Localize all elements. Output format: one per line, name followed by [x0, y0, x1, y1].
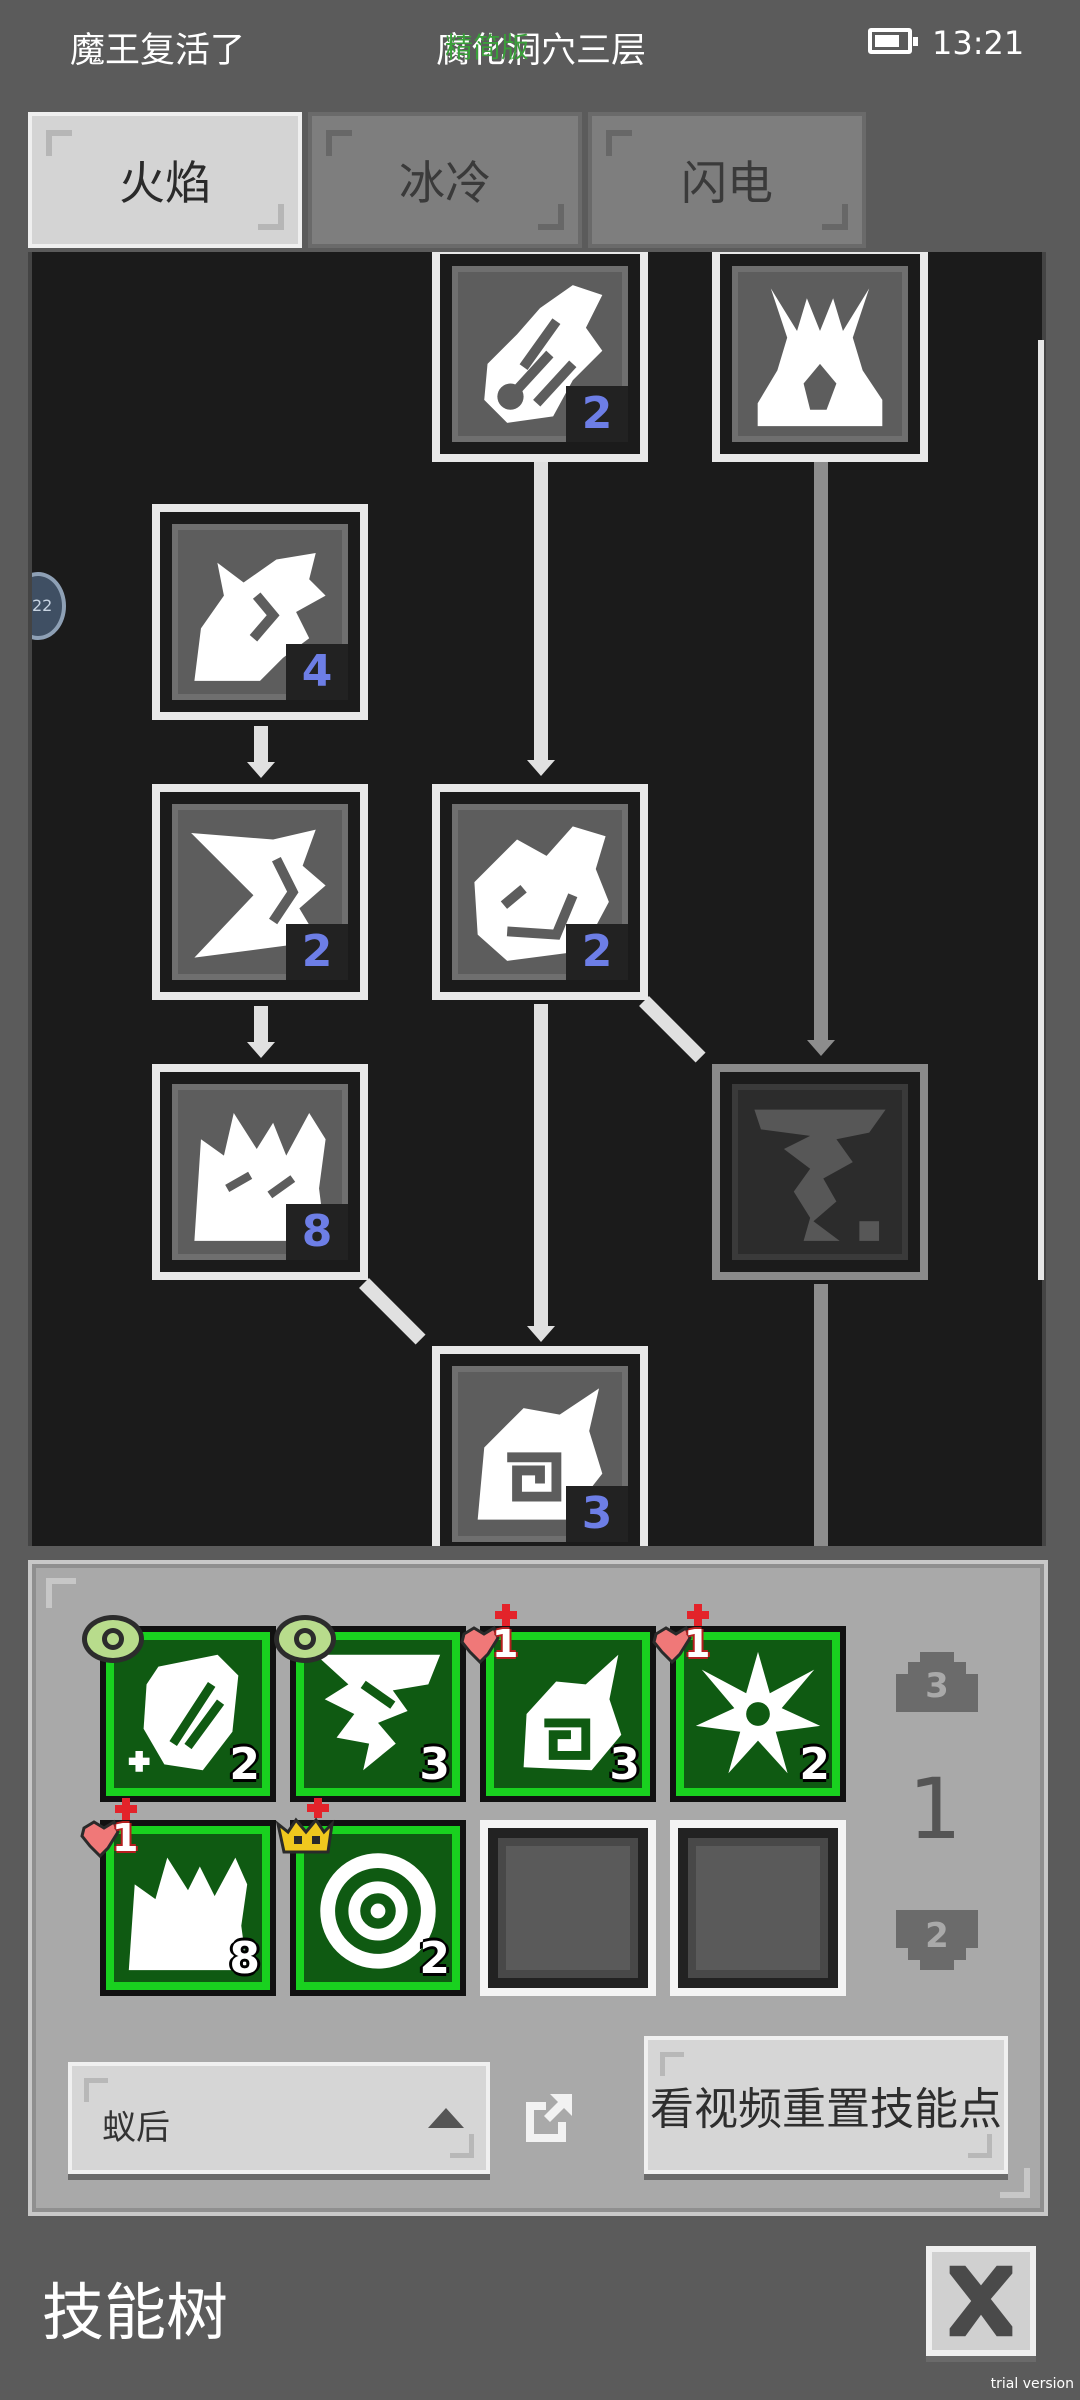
- connector-arrow: [527, 760, 555, 776]
- loadout-slot-7-empty[interactable]: [480, 1820, 656, 1996]
- badge-value: 1: [684, 1622, 711, 1666]
- slot-level: 3: [609, 1739, 640, 1790]
- skill-level: 2: [566, 386, 628, 442]
- skill-node-flame-feather[interactable]: 2: [432, 252, 648, 462]
- close-icon: [949, 2265, 1013, 2337]
- counter-down-button[interactable]: 2: [892, 1910, 982, 1970]
- loadout-slot-8-empty[interactable]: [670, 1820, 846, 1996]
- heart-plus-badge-icon: 1: [78, 1798, 150, 1870]
- reset-skill-points-button[interactable]: 看视频重置技能点: [644, 2036, 1008, 2174]
- connector-line: [534, 440, 548, 760]
- connector-line: [814, 1284, 828, 1546]
- connector-line: [814, 440, 828, 1040]
- tornado-icon: [732, 1084, 908, 1260]
- chevron-up-icon: [428, 2108, 464, 2128]
- skill-node-fire-dash[interactable]: 2: [152, 784, 368, 1000]
- skill-level: 4: [286, 644, 348, 700]
- slot-level: 3: [419, 1739, 450, 1790]
- tab-ice-label: 冰冷: [399, 156, 491, 210]
- slot-level: 2: [799, 1739, 830, 1790]
- connector-line: [254, 726, 268, 766]
- counter-up-button[interactable]: 3: [892, 1652, 982, 1712]
- eye-badge-icon: [80, 1612, 146, 1666]
- battery-icon: [868, 28, 918, 54]
- tab-ice[interactable]: 冰冷: [308, 112, 582, 248]
- status-overlay-text: 精简版: [445, 31, 530, 64]
- skill-level: 2: [566, 924, 628, 980]
- slot-level: 8: [229, 1933, 260, 1984]
- watermark: trial version: [990, 2376, 1074, 2392]
- eye-badge-icon: [272, 1612, 338, 1666]
- close-button[interactable]: [926, 2246, 1036, 2356]
- skill-level: 8: [286, 1204, 348, 1260]
- skill-node-fire-spiral[interactable]: 3: [432, 1346, 648, 1546]
- tree-scrollbar[interactable]: [1038, 340, 1044, 1280]
- connector-arrow: [807, 1040, 835, 1056]
- counter-value: 1: [908, 1760, 962, 1858]
- slot-level: 2: [229, 1739, 260, 1790]
- skill-node-fire-pillar[interactable]: [712, 252, 928, 462]
- connector-arrow: [247, 762, 275, 778]
- crown-plus-badge-icon: [272, 1798, 342, 1868]
- tab-fire[interactable]: 火焰: [28, 112, 302, 248]
- connector-line: [254, 1006, 268, 1046]
- skill-node-fire-fist[interactable]: 2: [432, 784, 648, 1000]
- counter-down-value: 2: [925, 1916, 949, 1956]
- badge-value: 1: [112, 1816, 139, 1860]
- side-bubble[interactable]: 22: [32, 572, 66, 640]
- badge-value: 1: [492, 1622, 519, 1666]
- skill-level: 3: [566, 1486, 628, 1542]
- connector-diagonal: [359, 1278, 426, 1345]
- preset-select-label: 蚁后: [102, 2108, 170, 2148]
- export-icon[interactable]: [520, 2090, 576, 2146]
- skill-tree-panel[interactable]: 2 4 2 2 8 3 22: [28, 252, 1046, 1546]
- skill-node-fire-dragon[interactable]: 4: [152, 504, 368, 720]
- tab-lightning[interactable]: 闪电: [588, 112, 866, 248]
- tab-fire-label: 火焰: [119, 156, 211, 210]
- fire-pillar-icon: [732, 266, 908, 442]
- preset-select[interactable]: 蚁后: [68, 2062, 490, 2174]
- page-title: 技能树: [42, 2276, 229, 2349]
- skill-node-locked-tornado[interactable]: [712, 1064, 928, 1280]
- connector-arrow: [247, 1042, 275, 1058]
- skill-node-fire-wave[interactable]: 8: [152, 1064, 368, 1280]
- connector-line: [534, 1004, 548, 1326]
- skill-level: 2: [286, 924, 348, 980]
- connector-arrow: [527, 1326, 555, 1342]
- status-bar: 魔王复活了 腐化洞穴三层 精简版 13:21: [0, 0, 1080, 90]
- side-bubble-text: 22: [32, 596, 53, 615]
- reset-skill-points-label: 看视频重置技能点: [650, 2084, 1002, 2135]
- heart-plus-badge-icon: 1: [458, 1604, 530, 1676]
- slot-level: 2: [419, 1933, 450, 1984]
- connector-diagonal: [639, 996, 706, 1063]
- heart-plus-badge-icon: 1: [650, 1604, 722, 1676]
- tab-lightning-label: 闪电: [681, 156, 773, 210]
- counter-up-value: 3: [925, 1666, 949, 1706]
- status-game-title: 魔王复活了: [70, 31, 246, 71]
- status-time: 13:21: [932, 24, 1025, 62]
